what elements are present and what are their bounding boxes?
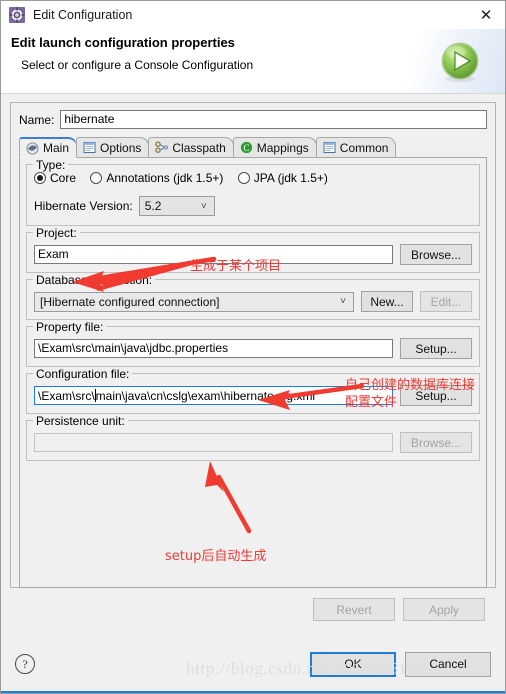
radio-jpa-label: JPA (jdk 1.5+) [253,171,328,185]
configuration-file-value-before-caret: \Exam\src\ [38,389,95,403]
tab-strip: Main Options Classpath C Mappings Common [19,136,487,158]
cancel-button[interactable]: Cancel [405,651,491,677]
help-icon[interactable]: ? [15,654,35,674]
dialog-footer: ? OK Cancel [1,635,505,693]
persistence-unit-group: Persistence unit: Browse... [26,414,480,461]
tab-classpath[interactable]: Classpath [148,137,234,157]
configuration-file-input[interactable]: \Exam\src\main\java\cn\cslg\exam\hiberna… [34,386,393,405]
name-row: Name: [19,110,487,129]
configuration-file-value-after-caret: main\java\cn\cslg\exam\hibernate.cfg.xml [95,389,316,403]
tab-common[interactable]: Common [315,137,397,157]
project-browse-button[interactable]: Browse... [400,244,472,265]
persistence-unit-row: Browse... [34,432,472,453]
name-label: Name: [19,112,55,127]
dialog-header: Edit launch configuration properties Sel… [1,29,505,93]
window-title: Edit Configuration [33,8,133,22]
radio-jpa[interactable]: JPA (jdk 1.5+) [237,171,328,185]
radio-jpa-indicator [237,172,250,184]
dialog-body: Name: Main [1,94,505,635]
footer-buttons: OK Cancel [310,651,491,677]
radio-core-label: Core [50,171,77,185]
hibernate-version-row: Hibernate Version: 5.2 ˅ [34,196,472,216]
options-tab-icon [83,141,96,154]
svg-text:C: C [243,143,249,153]
property-file-input[interactable] [34,339,393,358]
radio-annotations[interactable]: Annotations (jdk 1.5+) [90,171,223,185]
configuration-file-legend: Configuration file: [33,367,133,381]
tab-mappings[interactable]: C Mappings [232,137,317,157]
chevron-down-icon: ˅ [340,296,346,307]
tab-main-label: Main [43,141,70,155]
persistence-unit-legend: Persistence unit: [33,414,128,428]
play-circle-icon [437,39,483,85]
chevron-down-icon: ˅ [200,200,207,212]
project-group-legend: Project: [33,226,80,240]
radio-annotations-label: Annotations (jdk 1.5+) [106,171,224,185]
title-bar: Edit Configuration ✕ [1,1,505,29]
gear-icon [9,7,25,23]
close-icon[interactable]: ✕ [473,4,499,26]
database-connection-value: [Hibernate configured connection] [40,294,220,309]
main-tab-icon [26,142,39,155]
tab-options-label: Options [100,140,142,155]
database-connection-group: Database connection: [Hibernate configur… [26,273,480,320]
project-group: Project: Browse... [26,226,480,273]
property-file-setup-button[interactable]: Setup... [400,338,472,359]
project-row: Browse... [34,244,472,265]
panel-action-row: Revert Apply [19,598,487,621]
revert-button: Revert [313,598,395,621]
classpath-tab-icon [155,141,169,154]
configuration-file-row: \Exam\src\main\java\cn\cslg\exam\hiberna… [34,385,472,406]
tab-options[interactable]: Options [76,137,150,157]
configuration-file-setup-button[interactable]: Setup... [400,385,472,406]
tab-common-label: Common [339,140,389,155]
radio-core[interactable]: Core [34,171,76,185]
configuration-file-group: Configuration file: \Exam\src\main\java\… [26,367,480,414]
database-connection-select[interactable]: [Hibernate configured connection] ˅ [34,291,354,312]
radio-annotations-indicator [90,172,103,184]
apply-button: Apply [403,598,485,621]
persistence-unit-input [34,433,393,452]
footer-accent-rule [1,691,505,693]
tab-mappings-label: Mappings [256,140,309,155]
tab-panel-main: Type: Core Annotations (jdk 1.5+) JPA (j… [19,158,487,588]
name-input[interactable] [60,110,487,129]
project-input[interactable] [34,245,393,264]
hibernate-version-label: Hibernate Version: [34,199,133,213]
ok-button[interactable]: OK [310,651,396,677]
database-new-button[interactable]: New... [361,291,413,312]
property-file-row: Setup... [34,338,472,359]
page-title: Edit launch configuration properties [11,35,235,50]
tab-classpath-label: Classpath [172,140,226,155]
config-panel: Name: Main [10,102,496,621]
property-file-legend: Property file: [33,320,107,334]
common-tab-icon [323,141,336,154]
tab-main[interactable]: Main [19,137,78,158]
radio-core-indicator [34,172,46,184]
database-edit-button: Edit... [420,291,472,312]
database-connection-row: [Hibernate configured connection] ˅ New.… [34,291,472,312]
hibernate-version-select[interactable]: 5.2 ˅ [138,196,215,216]
property-file-group: Property file: Setup... [26,320,480,367]
database-connection-legend: Database connection: [33,273,156,287]
hibernate-version-value: 5.2 [144,199,162,213]
persistence-unit-browse-button: Browse... [400,432,472,453]
mappings-tab-icon: C [240,141,253,154]
type-group-legend: Type: [33,158,69,172]
type-group: Type: Core Annotations (jdk 1.5+) JPA (j… [26,158,480,226]
edit-configuration-dialog: Edit Configuration ✕ Edit launch configu… [0,0,506,694]
page-subtitle: Select or configure a Console Configurat… [21,58,254,72]
type-radio-row: Core Annotations (jdk 1.5+) JPA (jdk 1.5… [34,171,472,187]
